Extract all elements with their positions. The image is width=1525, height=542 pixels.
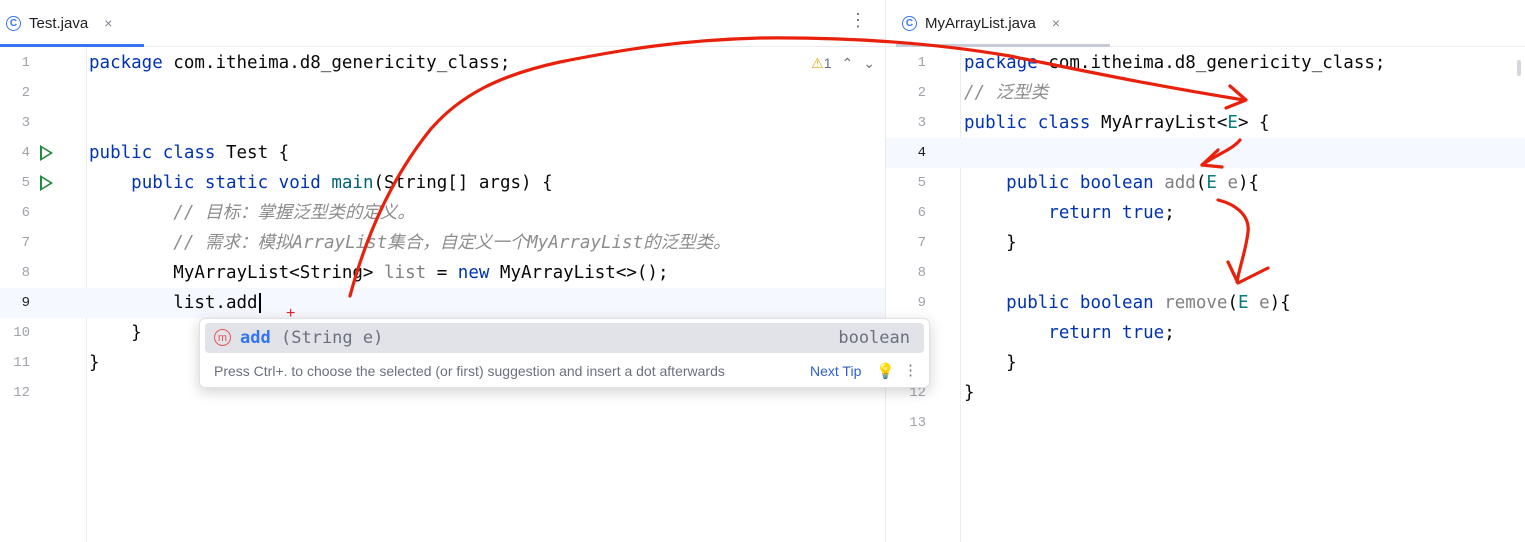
- mouse-cursor-icon: +: [286, 305, 296, 322]
- code-text[interactable]: }: [89, 348, 100, 378]
- tab-title: MyArrayList.java: [925, 14, 1036, 32]
- code-text[interactable]: }: [964, 378, 975, 408]
- line-number[interactable]: 1: [896, 48, 926, 78]
- line-number[interactable]: 2: [0, 78, 30, 108]
- run-icon[interactable]: [40, 145, 53, 161]
- completion-signature: (String e): [281, 328, 384, 348]
- completion-item[interactable]: m add (String e) boolean: [205, 323, 924, 353]
- close-icon[interactable]: ×: [1052, 15, 1060, 31]
- code-line[interactable]: 4 public class Test {: [0, 138, 885, 168]
- line-number[interactable]: 2: [896, 78, 926, 108]
- code-text[interactable]: return true;: [964, 318, 1174, 348]
- code-text[interactable]: package com.itheima.d8_genericity_class;: [964, 48, 1385, 78]
- line-number[interactable]: 7: [0, 228, 30, 258]
- code-text[interactable]: }: [964, 348, 1017, 378]
- code-line[interactable]: 6 // 目标：掌握泛型类的定义。: [0, 198, 885, 228]
- run-icon[interactable]: [40, 175, 53, 191]
- bulb-icon: 💡: [876, 362, 895, 380]
- completion-method-name: add: [240, 328, 271, 348]
- code-line[interactable]: 13: [886, 408, 1525, 438]
- line-number[interactable]: 7: [896, 228, 926, 258]
- completion-popup[interactable]: m add (String e) boolean Press Ctrl+. to…: [199, 318, 930, 388]
- line-number[interactable]: 12: [0, 378, 30, 408]
- method-icon: m: [214, 329, 231, 346]
- more-vertical-icon[interactable]: ⋮: [849, 10, 867, 31]
- code-text[interactable]: list.add: [89, 288, 261, 318]
- code-line[interactable]: 1 package com.itheima.d8_genericity_class…: [886, 48, 1525, 78]
- tab-myarraylist-java[interactable]: C MyArrayList.java ×: [896, 0, 1110, 47]
- line-number[interactable]: 4: [896, 138, 926, 168]
- class-icon: C: [902, 15, 917, 31]
- code-text[interactable]: // 目标：掌握泛型类的定义。: [89, 198, 415, 228]
- line-number[interactable]: 6: [896, 198, 926, 228]
- tab-title: Test.java: [29, 14, 89, 32]
- code-line[interactable]: 11 }: [886, 348, 1525, 378]
- line-number[interactable]: 3: [896, 108, 926, 138]
- line-number[interactable]: 5: [896, 168, 926, 198]
- left-tab-bar: C Test.java × ⋮: [0, 0, 885, 47]
- line-number[interactable]: 5: [0, 168, 30, 198]
- right-tab-bar: C MyArrayList.java ×: [886, 0, 1525, 47]
- code-line[interactable]: 9 public boolean remove(E e){: [886, 288, 1525, 318]
- next-tip-link[interactable]: Next Tip: [810, 363, 861, 379]
- line-number[interactable]: 13: [896, 408, 926, 438]
- code-line[interactable]: 6 return true;: [886, 198, 1525, 228]
- line-number[interactable]: 8: [0, 258, 30, 288]
- code-text[interactable]: public boolean remove(E e){: [964, 288, 1291, 318]
- tab-test-java[interactable]: C Test.java ×: [0, 0, 144, 47]
- code-line[interactable]: 10 return true;: [886, 318, 1525, 348]
- code-line[interactable]: 3: [0, 108, 885, 138]
- code-text[interactable]: public class Test {: [89, 138, 289, 168]
- left-editor-pane: C Test.java × ⋮ ⚠1 ⌃ ⌄ 1 package com.ithe…: [0, 0, 885, 542]
- code-line[interactable]: 9 list.add: [0, 288, 885, 318]
- code-line[interactable]: 8 MyArrayList<String> list = new MyArray…: [0, 258, 885, 288]
- line-number[interactable]: 6: [0, 198, 30, 228]
- code-line[interactable]: 1 package com.itheima.d8_genericity_class…: [0, 48, 885, 78]
- line-number[interactable]: 8: [896, 258, 926, 288]
- code-line[interactable]: 5 public boolean add(E e){: [886, 168, 1525, 198]
- completion-hint: Press Ctrl+. to choose the selected (or …: [214, 363, 725, 379]
- code-line[interactable]: 12}: [886, 378, 1525, 408]
- line-number[interactable]: 1: [0, 48, 30, 78]
- code-line[interactable]: 8: [886, 258, 1525, 288]
- class-icon: C: [6, 15, 21, 31]
- code-text[interactable]: public boolean add(E e){: [964, 168, 1259, 198]
- code-text[interactable]: // 需求：模拟ArrayList集合，自定义一个MyArrayList的泛型类…: [89, 228, 730, 258]
- code-text[interactable]: package com.itheima.d8_genericity_class;: [89, 48, 510, 78]
- more-vertical-icon[interactable]: ⋮: [903, 361, 918, 379]
- line-number[interactable]: 4: [0, 138, 30, 168]
- right-editor-pane: C MyArrayList.java × 1 package com.itheim…: [886, 0, 1525, 542]
- code-text[interactable]: return true;: [964, 198, 1174, 228]
- code-line[interactable]: 5 public static void main(String[] args)…: [0, 168, 885, 198]
- close-icon[interactable]: ×: [104, 15, 112, 31]
- code-line[interactable]: 4: [886, 138, 1525, 168]
- code-text[interactable]: }: [964, 228, 1017, 258]
- code-text[interactable]: // 泛型类: [964, 78, 1048, 108]
- line-number[interactable]: 10: [0, 318, 30, 348]
- code-text[interactable]: }: [89, 318, 142, 348]
- completion-return-type: boolean: [838, 328, 910, 348]
- code-text[interactable]: public class MyArrayList<E> {: [964, 108, 1270, 138]
- code-text[interactable]: public static void main(String[] args) {: [89, 168, 552, 198]
- code-line[interactable]: 7 }: [886, 228, 1525, 258]
- line-number[interactable]: 3: [0, 108, 30, 138]
- code-line[interactable]: 2: [0, 78, 885, 108]
- line-number[interactable]: 9: [896, 288, 926, 318]
- line-number[interactable]: 9: [0, 288, 30, 318]
- code-text[interactable]: MyArrayList<String> list = new MyArrayLi…: [89, 258, 668, 288]
- line-number[interactable]: 11: [0, 348, 30, 378]
- code-line[interactable]: 7 // 需求：模拟ArrayList集合，自定义一个MyArrayList的泛…: [0, 228, 885, 258]
- code-line[interactable]: 3 public class MyArrayList<E> {: [886, 108, 1525, 138]
- code-line[interactable]: 2 // 泛型类: [886, 78, 1525, 108]
